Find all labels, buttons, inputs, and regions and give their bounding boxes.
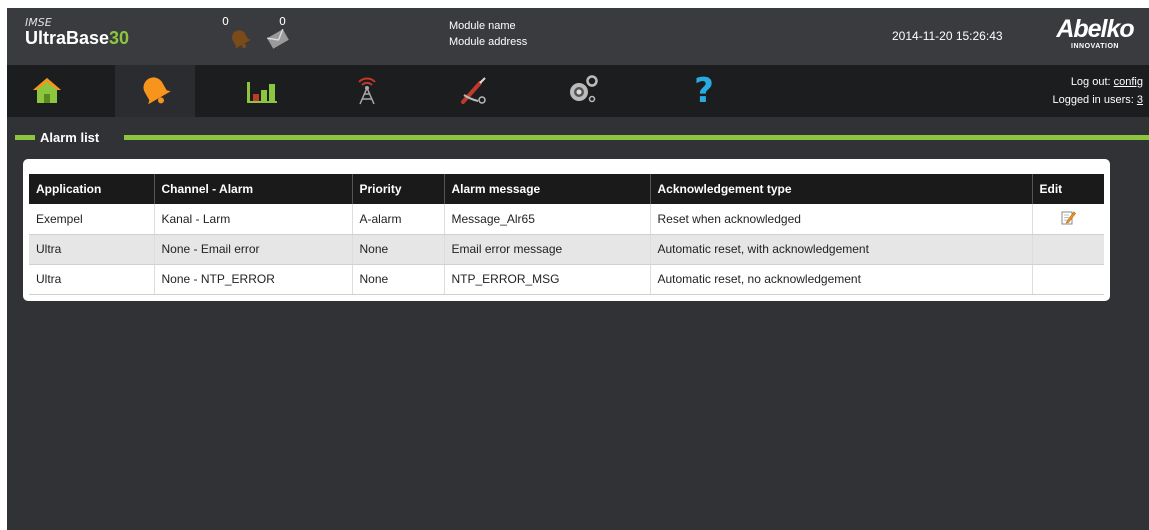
cell-priority: None bbox=[352, 234, 445, 265]
col-acknowledgement-type[interactable]: Acknowledgement type bbox=[650, 174, 1033, 204]
alarm-table: Application Channel - Alarm Priority Ala… bbox=[29, 174, 1104, 295]
brand-name: UltraBase30 bbox=[25, 28, 129, 49]
section-bar-left bbox=[15, 135, 35, 140]
antenna-icon bbox=[351, 74, 383, 109]
nav-settings[interactable] bbox=[542, 65, 622, 117]
main-nav: ? Log out: config Logged in users: 3 bbox=[7, 65, 1149, 117]
header: IMSE UltraBase30 0 0 Module name Module … bbox=[7, 8, 1149, 65]
alarm-bell-icon bbox=[137, 74, 173, 109]
table-header-row: Application Channel - Alarm Priority Ala… bbox=[29, 174, 1104, 204]
logged-in-label: Logged in users: bbox=[1052, 94, 1134, 106]
help-icon: ? bbox=[694, 71, 714, 111]
cell-acknowledgement-type: Reset when acknowledged bbox=[650, 204, 1033, 235]
edit-icon[interactable] bbox=[1060, 209, 1077, 228]
cell-application: Ultra bbox=[29, 264, 155, 295]
nav-alarms[interactable] bbox=[115, 65, 195, 117]
cell-channel-alarm: Kanal - Larm bbox=[154, 204, 353, 235]
logo-sub: INNOVATION bbox=[1071, 43, 1119, 50]
cell-alarm-message: NTP_ERROR_MSG bbox=[444, 264, 651, 295]
nav-tools[interactable] bbox=[434, 65, 514, 117]
cell-edit bbox=[1032, 264, 1104, 295]
home-icon bbox=[31, 75, 63, 108]
nav-help[interactable]: ? bbox=[664, 65, 744, 117]
section-header: Alarm list bbox=[7, 130, 1149, 145]
col-application[interactable]: Application bbox=[29, 174, 155, 204]
logout-label: Log out: bbox=[1070, 76, 1111, 88]
envelope-icon[interactable] bbox=[265, 28, 291, 53]
module-info: Module name Module address bbox=[449, 18, 527, 50]
brand-name-text: UltraBase bbox=[25, 28, 110, 48]
section-title: Alarm list bbox=[40, 130, 100, 145]
cell-acknowledgement-type: Automatic reset, no acknowledgement bbox=[650, 264, 1033, 295]
bar-chart-icon bbox=[245, 76, 279, 107]
module-name: Module name bbox=[449, 20, 516, 32]
cell-priority: None bbox=[352, 264, 445, 295]
cell-alarm-message: Message_Alr65 bbox=[444, 204, 651, 235]
alarm-bell-icon[interactable] bbox=[227, 28, 253, 53]
abelko-logo: Abelko INNOVATION bbox=[1045, 15, 1145, 51]
brand-number: 30 bbox=[109, 28, 130, 48]
alarm-list-panel: Application Channel - Alarm Priority Ala… bbox=[23, 159, 1110, 301]
section-bar-right bbox=[124, 135, 1149, 140]
gears-icon bbox=[565, 74, 599, 108]
logout-link[interactable]: config bbox=[1114, 76, 1143, 88]
col-alarm-message[interactable]: Alarm message bbox=[444, 174, 651, 204]
cell-alarm-message: Email error message bbox=[444, 234, 651, 265]
logout-row: Log out: config bbox=[1052, 73, 1143, 91]
user-info: Log out: config Logged in users: 3 bbox=[1052, 73, 1143, 109]
module-address: Module address bbox=[449, 36, 528, 48]
cell-edit bbox=[1032, 234, 1104, 265]
table-row[interactable]: Ultra None - Email error None Email erro… bbox=[29, 234, 1104, 265]
message-count: 0 bbox=[279, 15, 286, 28]
col-priority[interactable]: Priority bbox=[352, 174, 445, 204]
cell-edit bbox=[1032, 204, 1104, 235]
table-row[interactable]: Ultra None - NTP_ERROR None NTP_ERROR_MS… bbox=[29, 264, 1104, 295]
datetime: 2014-11-20 15:26:43 bbox=[892, 29, 1003, 43]
col-edit: Edit bbox=[1032, 174, 1104, 204]
table-row[interactable]: Exempel Kanal - Larm A-alarm Message_Alr… bbox=[29, 204, 1104, 235]
cell-channel-alarm: None - Email error bbox=[154, 234, 353, 265]
nav-communication[interactable] bbox=[327, 65, 407, 117]
logged-in-count-link[interactable]: 3 bbox=[1137, 94, 1143, 106]
cell-channel-alarm: None - NTP_ERROR bbox=[154, 264, 353, 295]
logged-in-row: Logged in users: 3 bbox=[1052, 91, 1143, 109]
col-channel-alarm[interactable]: Channel - Alarm bbox=[154, 174, 353, 204]
nav-home[interactable] bbox=[7, 65, 87, 117]
cell-priority: A-alarm bbox=[352, 204, 445, 235]
alarm-count: 0 bbox=[222, 15, 229, 28]
tools-icon bbox=[458, 75, 490, 108]
cell-application: Exempel bbox=[29, 204, 155, 235]
nav-charts[interactable] bbox=[222, 65, 302, 117]
cell-acknowledgement-type: Automatic reset, with acknowledgement bbox=[650, 234, 1033, 265]
cell-application: Ultra bbox=[29, 234, 155, 265]
logo-main: Abelko bbox=[1056, 15, 1134, 43]
app-frame: IMSE UltraBase30 0 0 Module name Module … bbox=[7, 8, 1149, 530]
